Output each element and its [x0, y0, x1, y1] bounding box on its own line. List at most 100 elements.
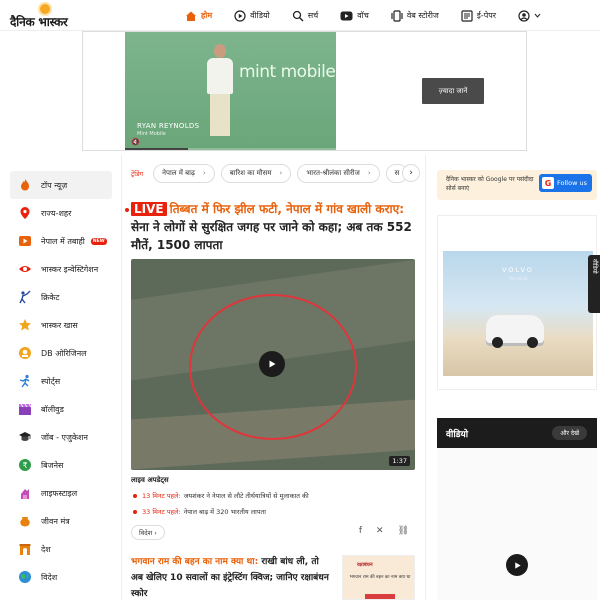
- sidebar-item-label: टॉप न्यूज़: [41, 180, 68, 190]
- sidebar-item-nepal[interactable]: नेपाल में तबाही NEW: [10, 227, 112, 255]
- rupee-coin-icon: ₹: [19, 459, 31, 471]
- lead-headline[interactable]: LIVE तिब्बत में फिर झील फटी, नेपाल में गा…: [131, 200, 421, 254]
- ad-progress-bar: [125, 148, 336, 150]
- pot-icon: [20, 517, 30, 527]
- car-ad-image[interactable]: VOLVO The XC40: [443, 251, 593, 376]
- ad-video[interactable]: mint mobile RYAN REYNOLDS Mint Mobile 🔇: [125, 32, 336, 150]
- category-tag[interactable]: विदेश ›: [131, 524, 165, 540]
- video-widget-player[interactable]: [437, 448, 597, 600]
- trending-next-button[interactable]: ›: [402, 164, 420, 182]
- wheel: [492, 337, 503, 348]
- sidebar-item-label: विदेश: [41, 572, 58, 582]
- update-time: 33 मिनट पहले:: [142, 508, 181, 516]
- story-footer: विदेश › f ✕ ⛓: [131, 523, 415, 541]
- live-updates-heading: लाइव अपडेट्स: [131, 476, 169, 484]
- live-update-item[interactable]: 33 मिनट पहले: नेपाल बाढ़ में 320 भारतीय …: [133, 507, 266, 516]
- nav-epaper[interactable]: ई-पेपर: [461, 0, 496, 31]
- video-play-icon: [19, 236, 31, 246]
- dainik-bhaskar-logo[interactable]: दैनिक भास्कर: [10, 4, 84, 29]
- lifestyle-icon: [21, 489, 29, 499]
- play-button-icon[interactable]: [506, 554, 528, 576]
- sidebar-item-label: क्रिकेट: [41, 292, 60, 302]
- headline-accent: तिब्बत में फिर झील फटी, नेपाल में गांव ख…: [169, 202, 405, 216]
- nav-web-stories-label: वेब स्टोरीज: [406, 11, 439, 20]
- nav-home-label: होम: [201, 11, 213, 20]
- mute-icon[interactable]: 🔇: [131, 138, 140, 146]
- new-badge: NEW: [90, 237, 107, 245]
- second-story-headline[interactable]: भगवान राम की बहन का नाम क्या था: राखी बा…: [131, 554, 331, 600]
- trending-chip[interactable]: बारिश का मौसम ›: [220, 163, 292, 183]
- sidebar-item-label: लाइफस्टाइल: [41, 488, 78, 498]
- video-side-tab[interactable]: वीडियो: [588, 255, 600, 313]
- lead-story[interactable]: LIVE तिब्बत में फिर झील फटी, नेपाल में गा…: [125, 200, 421, 254]
- update-text: नेपाल बाढ़ में 320 भारतीय लापता: [183, 508, 266, 516]
- ad-person-name: RYAN REYNOLDS: [137, 122, 200, 130]
- nav-home[interactable]: होम: [185, 0, 212, 31]
- trending-chip[interactable]: भारत-श्रीलंका सीरीज ›: [297, 163, 380, 183]
- thumb-band: [365, 594, 395, 599]
- epaper-icon: [461, 9, 473, 22]
- ad-learn-more-button[interactable]: ज़्यादा जानें: [422, 78, 484, 104]
- top-ad-banner[interactable]: mint mobile RYAN REYNOLDS Mint Mobile 🔇 …: [82, 31, 527, 151]
- web-stories-icon: [391, 9, 403, 22]
- nav-video[interactable]: वीडियो: [234, 0, 270, 31]
- lead-video[interactable]: 1:37: [131, 259, 415, 470]
- live-update-item[interactable]: 13 मिनट पहले: जयशंकर ने नेपाल से लौटे ती…: [133, 491, 309, 500]
- x-icon[interactable]: ✕: [376, 526, 384, 536]
- chevron-right-icon: ›: [367, 169, 371, 177]
- sidebar-item-investigation[interactable]: भास्कर इन्वेस्टिगेशन: [10, 255, 112, 283]
- star-icon: [19, 319, 31, 331]
- google-preferred-source-box[interactable]: दैनिक भास्कर को Google पर पसंदीदा सोर्स …: [437, 170, 597, 200]
- link-icon[interactable]: ⛓: [398, 526, 409, 536]
- sidebar-item-bollywood[interactable]: बॉलीवुड: [10, 395, 112, 423]
- sidebar-item-top-news[interactable]: टॉप न्यूज़: [10, 171, 112, 199]
- chip-label: बारिश का मौसम: [229, 168, 272, 177]
- sidebar-item-label: स्पोर्ट्स: [41, 376, 61, 386]
- see-more-button[interactable]: और देखें: [552, 426, 587, 440]
- chip-label: स: [394, 168, 400, 177]
- follow-us-button[interactable]: G Follow us: [539, 174, 592, 192]
- sidebar-item-db-original[interactable]: DB ओरिजिनल: [10, 339, 112, 367]
- sidebar-item-lifestyle[interactable]: लाइफस्टाइल: [10, 479, 112, 507]
- nav-video-label: वीडियो: [250, 11, 270, 20]
- graduation-cap-icon: [19, 432, 31, 441]
- sidebar-item-desh[interactable]: देश: [10, 535, 112, 563]
- car-brand: VOLVO: [502, 266, 534, 274]
- cricket-icon: [19, 290, 31, 304]
- nav-epaper-label: ई-पेपर: [476, 11, 497, 20]
- sidebar-item-videsh[interactable]: विदेश: [10, 563, 112, 591]
- location-pin-icon: [20, 207, 30, 219]
- nav-search[interactable]: सर्च: [292, 0, 319, 31]
- ad-person-sub: Mint Mobile: [137, 131, 166, 137]
- sidebar-item-label: बॉलीवुड: [41, 404, 64, 414]
- video-widget-title: वीडियो: [446, 430, 469, 440]
- google-icon: G: [542, 177, 554, 189]
- sidebar-item-label: DB ओरिजिनल: [41, 348, 87, 358]
- nav-watch[interactable]: वॉच: [340, 0, 369, 31]
- nav-web-stories[interactable]: वेब स्टोरीज: [391, 0, 439, 31]
- update-time: 13 मिनट पहले:: [142, 492, 181, 500]
- main-nav: होम वीडियो सर्च वॉच वेब स्टोरीज ई-पेपर: [185, 0, 567, 31]
- bullet-icon: [133, 509, 137, 514]
- nav-watch-label: वॉच: [357, 11, 369, 20]
- facebook-icon[interactable]: f: [359, 526, 362, 536]
- sidebar-item-state-city[interactable]: राज्य-शहर: [10, 199, 112, 227]
- sidebar-item-business[interactable]: ₹ बिजनेस: [10, 451, 112, 479]
- svg-text:₹: ₹: [22, 461, 27, 470]
- chevron-right-icon: ›: [279, 169, 283, 177]
- second-story-thumbnail[interactable]: रक्षाबंधन भगवान राम की बहन का नाम क्या थ…: [342, 555, 415, 600]
- nav-user[interactable]: [518, 0, 545, 31]
- top-header: दैनिक भास्कर होम वीडियो सर्च वॉच वेब स्ट…: [0, 0, 600, 31]
- play-circle-icon: [234, 9, 246, 22]
- trending-chip[interactable]: नेपाल में बाढ़ ›: [153, 163, 215, 183]
- play-button-icon[interactable]: [259, 351, 285, 377]
- google-box-text: दैनिक भास्कर को Google पर पसंदीदा सोर्स …: [446, 176, 534, 192]
- sidebar-item-jeevan-mantra[interactable]: जीवन मंत्र: [10, 507, 112, 535]
- nav-search-label: सर्च: [307, 11, 319, 20]
- sidebar-item-job-education[interactable]: जॉब - एजुकेशन: [10, 423, 112, 451]
- volvo-ad[interactable]: VOLVO The XC40: [437, 215, 597, 390]
- sidebar-item-sports[interactable]: स्पोर्ट्स: [10, 367, 112, 395]
- video-duration: 1:37: [389, 456, 410, 466]
- sidebar-item-bhaskar-khas[interactable]: भास्कर खास: [10, 311, 112, 339]
- sidebar-item-cricket[interactable]: क्रिकेट: [10, 283, 112, 311]
